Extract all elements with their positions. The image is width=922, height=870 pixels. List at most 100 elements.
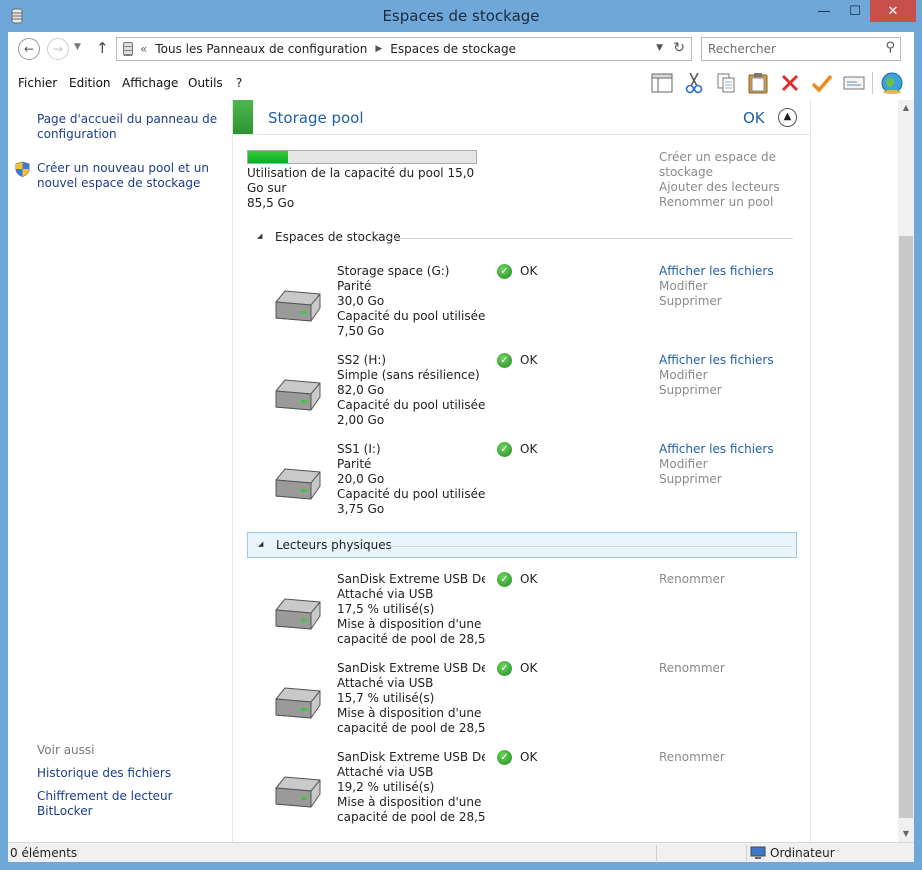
title-bar: Espaces de stockage — ☐ ✕ [0, 0, 922, 32]
delete-icon[interactable] [776, 69, 804, 97]
check-icon[interactable] [808, 69, 836, 97]
left-task-pane: Page d'accueil du panneau de configurati… [8, 100, 231, 842]
scroll-thumb[interactable] [899, 236, 913, 818]
scroll-up-icon[interactable]: ▲ [898, 100, 914, 116]
status-divider [656, 845, 657, 861]
menu-file[interactable]: Fichier [18, 76, 57, 90]
search-icon[interactable]: ⚲ [885, 40, 895, 55]
properties-icon[interactable] [840, 69, 868, 97]
rename-link[interactable]: Renommer [659, 750, 725, 765]
pool-capacity-fill [248, 151, 288, 163]
breadcrumb-root[interactable]: Tous les Panneaux de configuration [155, 42, 367, 56]
pool-capacity-text: Utilisation de la capacité du pool 15,0 … [247, 166, 487, 211]
space-name: SS2 (H:) [337, 353, 387, 367]
view-files-link[interactable]: Afficher les fichiers [659, 264, 774, 279]
modify-link[interactable]: Modifier [659, 279, 774, 294]
collapse-chevron-icon[interactable]: ▲ [778, 108, 797, 127]
physical-drives-section-header[interactable]: ◢ Lecteurs physiques [247, 532, 797, 558]
status-text: OK [520, 750, 538, 764]
delete-link[interactable]: Supprimer [659, 472, 774, 487]
modify-link[interactable]: Modifier [659, 457, 774, 472]
status-text: OK [520, 264, 538, 278]
expand-triangle-icon[interactable]: ◢ [257, 232, 262, 240]
globe-icon[interactable] [878, 69, 906, 97]
menu-bar: Fichier Edition Affichage Outils ? [8, 66, 914, 100]
drive-name: SanDisk Extreme USB Devi... [337, 572, 485, 586]
space-status: ✓ OK [497, 442, 537, 457]
expand-triangle-icon[interactable]: ◢ [258, 540, 263, 548]
create-storage-space-link[interactable]: Créer un espace de stockage [659, 150, 776, 180]
back-arrow-icon[interactable]: ← [18, 38, 40, 60]
breadcrumb-current[interactable]: Espaces de stockage [390, 42, 516, 56]
rename-link[interactable]: Renommer [659, 572, 725, 587]
storage-space-item: Storage space (G:) Parité 30,0 Go Capaci… [273, 264, 803, 352]
copy-icon[interactable] [712, 69, 740, 97]
search-input[interactable] [708, 41, 868, 57]
overflow-chevron-icon[interactable]: « [140, 42, 147, 56]
menu-edit[interactable]: Edition [69, 76, 111, 90]
recent-locations-dropdown-icon[interactable]: ▼ [74, 42, 81, 52]
vertical-scrollbar[interactable]: ▲ ▼ [898, 100, 914, 842]
computer-icon [750, 846, 766, 859]
toolbar-separator [872, 72, 873, 94]
space-usage-label: Capacité du pool utilisée à [337, 487, 485, 501]
minimize-button[interactable]: — [808, 0, 840, 22]
drive-used: 15,7 % utilisé(s) [337, 691, 435, 705]
control-panel-home-link[interactable]: Page d'accueil du panneau de configurati… [37, 112, 217, 142]
layout-icon[interactable] [648, 69, 676, 97]
capacity-line: 85,5 Go [247, 196, 295, 210]
link-line: stockage [659, 165, 713, 179]
rename-pool-link[interactable]: Renommer un pool [659, 195, 773, 210]
scroll-down-icon[interactable]: ▼ [898, 826, 914, 842]
close-button[interactable]: ✕ [870, 0, 916, 22]
rename-link[interactable]: Renommer [659, 661, 725, 676]
storage-spaces-section-header[interactable]: ◢ Espaces de stockage [247, 225, 797, 251]
file-history-link[interactable]: Historique des fichiers [37, 766, 171, 781]
address-bar[interactable]: « Tous les Panneaux de configuration ▶ E… [116, 37, 692, 61]
paste-icon[interactable] [744, 69, 772, 97]
ok-check-icon: ✓ [497, 264, 512, 279]
forward-arrow-icon[interactable]: → [47, 38, 69, 60]
drive-status: ✓ OK [497, 750, 537, 765]
menu-tools[interactable]: Outils [188, 76, 223, 90]
maximize-button[interactable]: ☐ [840, 0, 870, 22]
pool-status-bar [233, 100, 253, 134]
drive-info: SanDisk Extreme USB Devi... Attaché via … [337, 572, 485, 647]
drive-connection: Attaché via USB [337, 676, 434, 690]
space-actions: Afficher les fichiers Modifier Supprimer [659, 353, 774, 398]
view-files-link[interactable]: Afficher les fichiers [659, 442, 774, 457]
delete-link[interactable]: Supprimer [659, 294, 774, 309]
modify-link[interactable]: Modifier [659, 368, 774, 383]
space-size: 30,0 Go [337, 294, 385, 308]
view-files-link[interactable]: Afficher les fichiers [659, 353, 774, 368]
refresh-icon[interactable]: ↻ [673, 40, 685, 56]
storage-space-item: SS1 (I:) Parité 20,0 Go Capacité du pool… [273, 442, 803, 530]
space-usage-value: 3,75 Go [337, 502, 385, 516]
space-type: Simple (sans résilience) [337, 368, 480, 382]
space-type: Parité [337, 457, 372, 471]
breadcrumb-separator-icon[interactable]: ▶ [375, 44, 382, 54]
delete-link[interactable]: Supprimer [659, 383, 774, 398]
divider [388, 546, 792, 547]
search-box[interactable]: ⚲ [701, 37, 901, 61]
physical-drive-item: SanDisk Extreme USB Devi... Attaché via … [273, 572, 803, 660]
space-usage-value: 7,50 Go [337, 324, 385, 338]
add-drives-link[interactable]: Ajouter des lecteurs [659, 180, 780, 195]
link-line: configuration [37, 127, 117, 141]
link-line: nouvel espace de stockage [37, 176, 201, 190]
hard-drive-icon [275, 598, 321, 630]
create-pool-link[interactable]: Créer un nouveau pool et un nouvel espac… [37, 161, 209, 191]
menu-help[interactable]: ? [236, 76, 242, 90]
link-line: BitLocker [37, 804, 93, 818]
bitlocker-link[interactable]: Chiffrement de lecteur BitLocker [37, 789, 173, 819]
window-title: Espaces de stockage [382, 7, 540, 25]
address-dropdown-icon[interactable]: ▼ [656, 43, 663, 53]
space-status: ✓ OK [497, 264, 537, 279]
menu-view[interactable]: Affichage [122, 76, 178, 90]
drive-used: 19,2 % utilisé(s) [337, 780, 435, 794]
up-arrow-icon[interactable]: ↑ [96, 39, 109, 57]
link-line: Chiffrement de lecteur [37, 789, 173, 803]
item-count: 0 éléments [10, 846, 78, 860]
cut-icon[interactable] [680, 69, 708, 97]
status-text: OK [520, 661, 538, 675]
